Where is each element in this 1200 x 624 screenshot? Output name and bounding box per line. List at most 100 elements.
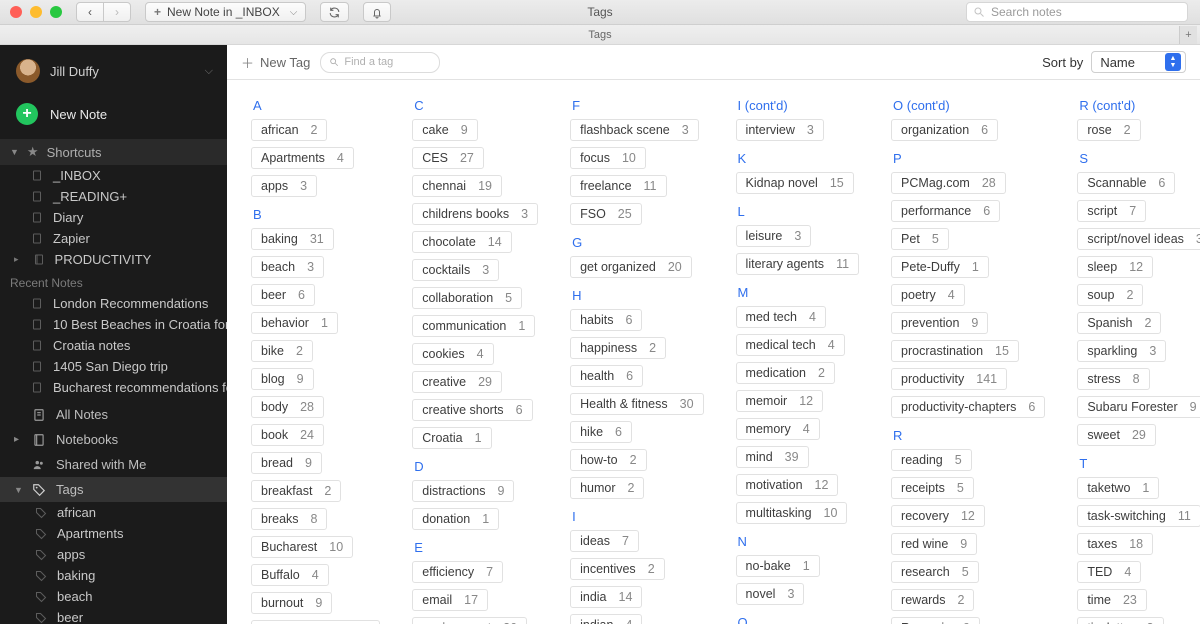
tag-chip[interactable]: TED4 xyxy=(1077,561,1141,583)
tag-chip[interactable]: Kidnap novel15 xyxy=(736,172,854,194)
tag-chip[interactable]: chennai19 xyxy=(412,175,502,197)
tag-chip[interactable]: bread9 xyxy=(251,452,322,474)
tag-chip[interactable]: medication2 xyxy=(736,362,835,384)
tag-chip[interactable]: taxes18 xyxy=(1077,533,1153,555)
tag-chip[interactable]: Apartments4 xyxy=(251,147,354,169)
tag-chip[interactable]: productivity141 xyxy=(891,368,1007,390)
minimize-icon[interactable] xyxy=(30,6,42,18)
tag-chip[interactable]: bike2 xyxy=(251,340,313,362)
tag-chip[interactable]: beach3 xyxy=(251,256,324,278)
tag-chip[interactable]: med tech4 xyxy=(736,306,826,328)
tag-chip[interactable]: motivation12 xyxy=(736,474,839,496)
tag-chip[interactable]: burnout9 xyxy=(251,592,332,614)
tag-chip[interactable]: FSO25 xyxy=(570,203,642,225)
tag-chip[interactable]: book24 xyxy=(251,424,324,446)
shortcut-item[interactable]: Diary xyxy=(0,207,227,228)
sidebar-tag-item[interactable]: baking xyxy=(0,565,227,586)
tag-chip[interactable]: Romania9 xyxy=(891,617,980,624)
recent-note-item[interactable]: Bucharest recommendations for v... xyxy=(0,377,227,398)
sidebar-tag-item[interactable]: apps xyxy=(0,544,227,565)
tag-chip[interactable]: environment26 xyxy=(412,617,527,624)
tag-chip[interactable]: soup2 xyxy=(1077,284,1143,306)
sidebar-tag-item[interactable]: african xyxy=(0,502,227,523)
tag-chip[interactable]: memory4 xyxy=(736,418,820,440)
tag-chip[interactable]: email17 xyxy=(412,589,488,611)
tag-chip[interactable]: india14 xyxy=(570,586,642,608)
tag-chip[interactable]: behavior1 xyxy=(251,312,338,334)
tag-chip[interactable]: rewards2 xyxy=(891,589,974,611)
nav-forward-button[interactable]: › xyxy=(103,2,131,22)
tag-chip[interactable]: collaboration5 xyxy=(412,287,522,309)
tag-chip[interactable]: reading5 xyxy=(891,449,972,471)
tag-chip[interactable]: receipts5 xyxy=(891,477,974,499)
activity-button[interactable] xyxy=(363,2,391,22)
tag-chip[interactable]: sweet29 xyxy=(1077,424,1156,446)
tag-chip[interactable]: Scannable6 xyxy=(1077,172,1175,194)
tag-chip[interactable]: get organized20 xyxy=(570,256,692,278)
tag-chip[interactable]: PCMag.com28 xyxy=(891,172,1006,194)
tag-chip[interactable]: script7 xyxy=(1077,200,1146,222)
tag-chip[interactable]: organization6 xyxy=(891,119,998,141)
tag-chip[interactable]: donation1 xyxy=(412,508,499,530)
tag-chip[interactable]: how-to2 xyxy=(570,449,646,471)
tag-chip[interactable]: literary agents11 xyxy=(736,253,860,275)
tag-chip[interactable]: cookies4 xyxy=(412,343,493,365)
nav-notebooks[interactable]: ▸ Notebooks xyxy=(0,427,227,452)
recent-note-item[interactable]: 10 Best Beaches in Croatia for Fa... xyxy=(0,314,227,335)
tag-chip[interactable]: creative shorts6 xyxy=(412,399,532,421)
tag-chip[interactable]: mind39 xyxy=(736,446,809,468)
tag-chip[interactable]: poetry4 xyxy=(891,284,965,306)
tag-chip[interactable]: sleep12 xyxy=(1077,256,1153,278)
tag-chip[interactable]: rose2 xyxy=(1077,119,1140,141)
tag-chip[interactable]: indian4 xyxy=(570,614,642,624)
tag-chip[interactable]: african2 xyxy=(251,119,327,141)
tag-chip[interactable]: interview3 xyxy=(736,119,824,141)
tag-chip[interactable]: ideas7 xyxy=(570,530,639,552)
tag-chip[interactable]: recovery12 xyxy=(891,505,985,527)
tag-chip[interactable]: beer6 xyxy=(251,284,315,306)
tag-chip[interactable]: sparkling3 xyxy=(1077,340,1166,362)
tag-chip[interactable]: memoir12 xyxy=(736,390,824,412)
tag-chip[interactable]: Buffalo4 xyxy=(251,564,329,586)
shortcuts-header[interactable]: ▼ ★ Shortcuts xyxy=(0,139,227,165)
tag-chip[interactable]: Pete-Duffy1 xyxy=(891,256,989,278)
tag-chip[interactable]: cake9 xyxy=(412,119,477,141)
tag-chip[interactable]: baking31 xyxy=(251,228,334,250)
tag-chip[interactable]: chocolate14 xyxy=(412,231,511,253)
find-tag-input[interactable]: Find a tag xyxy=(320,52,440,73)
tag-chip[interactable]: Subaru Forester9 xyxy=(1077,396,1200,418)
new-note-dropdown[interactable]: + New Note in _INBOX ⌵ xyxy=(145,2,306,22)
tag-chip[interactable]: time23 xyxy=(1077,589,1147,611)
zoom-icon[interactable] xyxy=(50,6,62,18)
tag-chip[interactable]: body28 xyxy=(251,396,324,418)
tag-chip[interactable]: incentives2 xyxy=(570,558,665,580)
shortcut-item[interactable]: Zapier xyxy=(0,228,227,249)
recent-note-item[interactable]: London Recommendations xyxy=(0,293,227,314)
tag-chip[interactable]: childrens books3 xyxy=(412,203,538,225)
tag-chip[interactable]: CES27 xyxy=(412,147,484,169)
tag-chip[interactable]: distractions9 xyxy=(412,480,514,502)
recent-note-item[interactable]: 1405 San Diego trip xyxy=(0,356,227,377)
tag-chip[interactable]: novel3 xyxy=(736,583,805,605)
close-icon[interactable] xyxy=(10,6,22,18)
tag-chip[interactable]: research5 xyxy=(891,561,979,583)
recent-note-item[interactable]: Croatia notes xyxy=(0,335,227,356)
tag-chip[interactable]: business cards16 xyxy=(251,620,380,624)
tag-chip[interactable]: red wine9 xyxy=(891,533,977,555)
tag-chip[interactable]: creative29 xyxy=(412,371,502,393)
tag-chip[interactable]: Croatia1 xyxy=(412,427,491,449)
tag-chip[interactable]: procrastination15 xyxy=(891,340,1019,362)
new-tag-button[interactable]: ＋ New Tag xyxy=(241,53,310,72)
tab-tags[interactable]: Tags xyxy=(588,29,611,41)
tag-chip[interactable]: leisure3 xyxy=(736,225,812,247)
sidebar-tag-item[interactable]: Apartments xyxy=(0,523,227,544)
tag-chip[interactable]: Bucharest10 xyxy=(251,536,353,558)
nav-tags[interactable]: ▼ Tags xyxy=(0,477,227,502)
tag-chip[interactable]: stress8 xyxy=(1077,368,1149,390)
account-switcher[interactable]: Jill Duffy ⌵ xyxy=(0,45,227,97)
sidebar-tag-item[interactable]: beach xyxy=(0,586,227,607)
tag-chip[interactable]: freelance11 xyxy=(570,175,666,197)
tag-chip[interactable]: cocktails3 xyxy=(412,259,499,281)
nav-shared[interactable]: Shared with Me xyxy=(0,452,227,477)
tag-chip[interactable]: apps3 xyxy=(251,175,317,197)
